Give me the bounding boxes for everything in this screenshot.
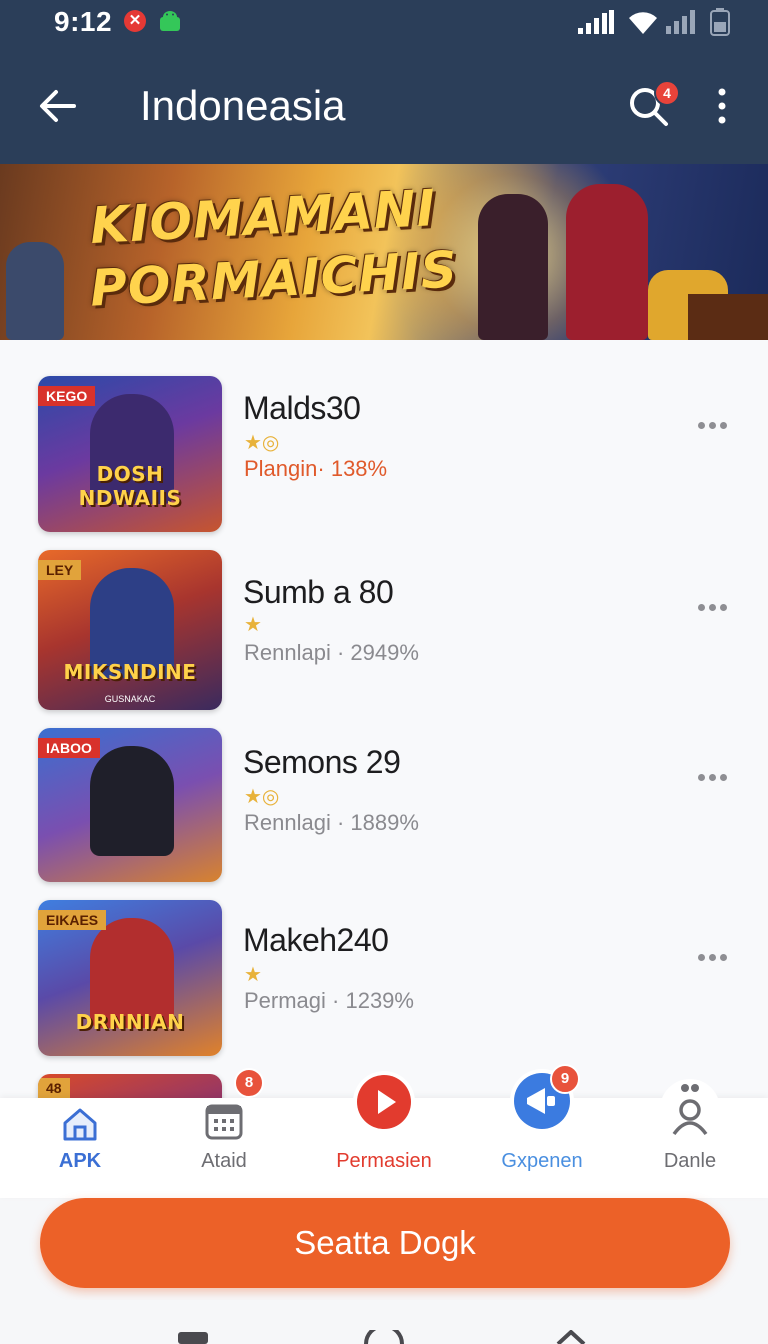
more-options-icon[interactable] [698, 416, 732, 429]
game-meta: Rennlagi · 1889% [244, 810, 419, 835]
list-item[interactable]: IABOO Semons 29 ★◎ Rennlagi · 1889% [0, 728, 768, 898]
rating-stars: ★◎ [244, 786, 280, 808]
primary-action-button[interactable]: Seatta Dogk [40, 1198, 730, 1288]
home-button-icon[interactable] [362, 1330, 406, 1344]
game-meta: Plangin· 138% [244, 456, 388, 481]
notification-blocked-icon: ✕ [124, 10, 146, 32]
list-item[interactable]: LEY MIKSNDINE GUSNAKAC Sumb a 80 ★ Rennl… [0, 550, 768, 720]
game-tag: EIKAES [38, 910, 107, 930]
game-list: KEGO DOSH NDWAIIS Malds30 ★◎ Plangin· 13… [0, 340, 768, 1100]
nav-label: Danle [663, 1150, 717, 1172]
thumbnail-logo-sub: GUSNAKAC [104, 694, 156, 704]
status-time: 9:12 [54, 6, 113, 37]
back-arrow-icon[interactable] [38, 86, 78, 126]
nav-badge: 8 [234, 1068, 264, 1098]
home-icon [63, 1108, 97, 1141]
game-thumbnail[interactable]: EIKAES DRNNIAN [38, 900, 222, 1056]
game-name: Malds30 [243, 390, 361, 426]
system-navigation-bar [0, 1300, 768, 1344]
more-options-icon[interactable] [698, 768, 732, 781]
game-thumbnail[interactable]: LEY MIKSNDINE GUSNAKAC [38, 550, 222, 710]
nav-item-danle[interactable]: Danle [620, 1079, 760, 1198]
game-meta: Permagi · 1239% [244, 988, 414, 1013]
android-icon [160, 11, 180, 31]
more-options-icon[interactable] [698, 948, 732, 961]
nav-item-apk[interactable]: APK [10, 1098, 150, 1198]
nav-badge: 9 [550, 1064, 580, 1094]
thumbnail-logo: DRNNIAN [75, 1010, 185, 1034]
game-name: Sumb a 80 [243, 574, 394, 610]
nav-label: Permasien [336, 1150, 432, 1172]
rating-stars: ★ [244, 614, 262, 636]
banner-character-1 [478, 194, 548, 340]
game-tag: 48 [38, 1078, 70, 1098]
page-title: Indoneasia [140, 82, 346, 129]
game-meta: Rennlapi · 2949% [244, 640, 419, 665]
nav-item-gxpenen[interactable]: 9 Gxpenen [472, 1064, 612, 1198]
status-bar: 9:12 ✕ [0, 0, 768, 48]
calendar-icon [205, 1104, 243, 1140]
game-tag: KEGO [38, 386, 96, 406]
more-vert-icon[interactable] [712, 86, 732, 126]
cellular-signal-2-icon [666, 10, 695, 34]
nav-item-ataid[interactable]: 8 Ataid [154, 1068, 294, 1198]
bottom-navigation: APK 8 Ataid Permasien 9 Gxpenen Danle [0, 1064, 768, 1198]
person-icon [660, 1079, 720, 1139]
rating-stars: ★ [244, 964, 262, 986]
thumbnail-logo: MIKSNDINE [63, 660, 197, 684]
game-tag: LEY [38, 560, 82, 580]
promo-banner[interactable]: KIOMAMANI PORMAICHIS [0, 164, 768, 340]
banner-character-left [6, 242, 64, 340]
nav-label: Ataid [201, 1150, 247, 1172]
play-icon [353, 1071, 415, 1133]
banner-desk [688, 294, 768, 340]
game-thumbnail[interactable]: KEGO DOSH NDWAIIS [38, 376, 222, 532]
thumbnail-hero [90, 746, 174, 856]
game-thumbnail[interactable]: 48 [38, 1074, 222, 1100]
game-tag: IABOO [38, 738, 100, 758]
thumbnail-logo: DOSH NDWAIIS [78, 462, 182, 510]
wifi-icon [629, 12, 657, 34]
game-thumbnail[interactable]: IABOO [38, 728, 222, 882]
app-bar: Indoneasia 4 [0, 48, 768, 164]
nav-item-permasien[interactable]: Permasien [314, 1071, 454, 1198]
more-options-icon[interactable] [698, 598, 732, 611]
game-name: Semons 29 [243, 744, 401, 780]
battery-icon [710, 8, 730, 36]
rating-stars: ★◎ [244, 432, 280, 454]
nav-label: APK [58, 1150, 102, 1172]
list-item[interactable]: KEGO DOSH NDWAIIS Malds30 ★◎ Plangin· 13… [0, 376, 768, 546]
recents-icon[interactable] [178, 1328, 208, 1344]
list-item[interactable]: EIKAES DRNNIAN Makeh240 ★ Permagi · 1239… [0, 900, 768, 1070]
banner-character-2 [566, 184, 648, 340]
back-nav-icon[interactable] [556, 1330, 586, 1344]
nav-label: Gxpenen [501, 1150, 583, 1172]
cellular-signal-icon [578, 10, 614, 34]
search-notification-badge: 4 [654, 80, 680, 106]
game-name: Makeh240 [243, 922, 389, 958]
